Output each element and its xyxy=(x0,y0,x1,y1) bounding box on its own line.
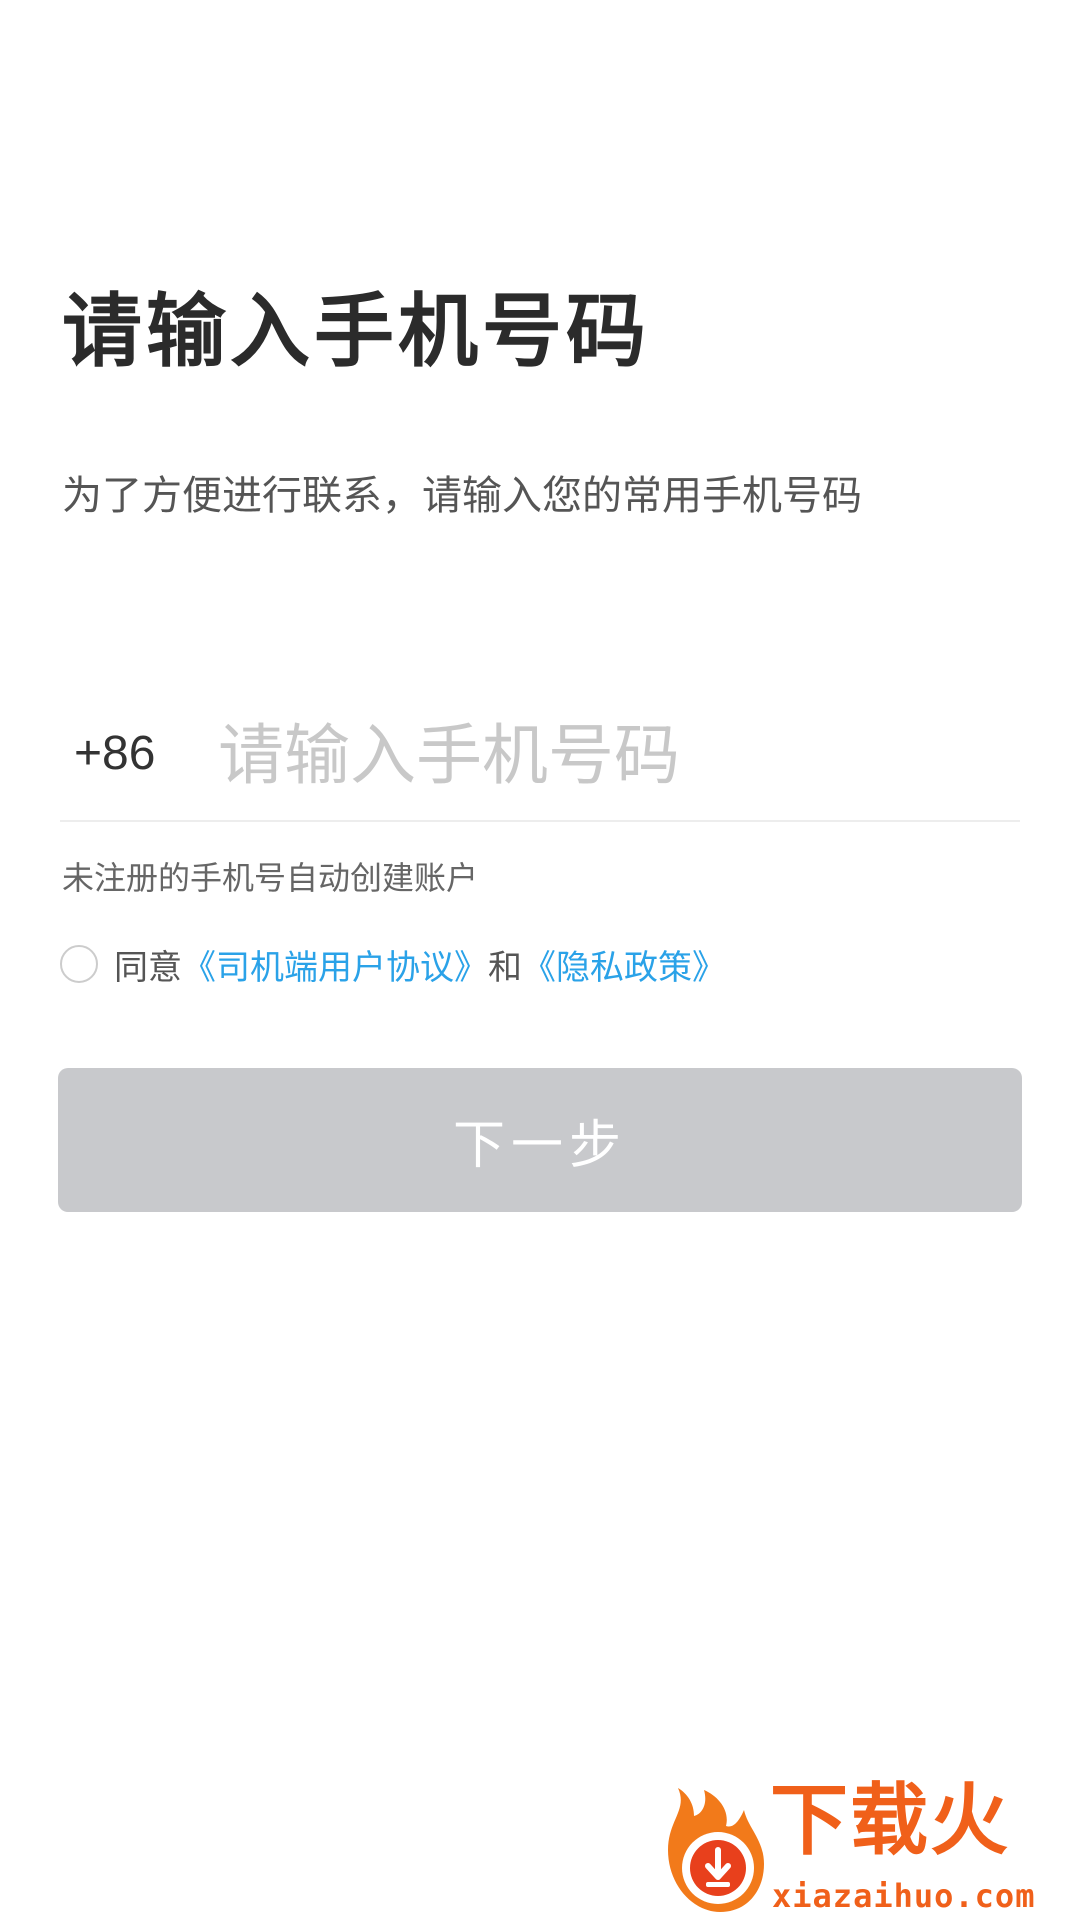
driver-agreement-link[interactable]: 《司机端用户协议》 xyxy=(182,940,488,989)
agreement-checkbox[interactable] xyxy=(60,945,98,983)
agreement-conjunction: 和 xyxy=(488,947,522,988)
next-step-button[interactable]: 下一步 xyxy=(58,1068,1022,1212)
watermark-brand: 下载火 xyxy=(770,1776,1011,1866)
agreement-row: 同意 《司机端用户协议》 和 《隐私政策》 xyxy=(60,940,726,989)
page-title: 请输入手机号码 xyxy=(62,285,650,378)
phone-number-input[interactable] xyxy=(218,710,998,800)
phone-input-row: +86 xyxy=(60,700,1020,822)
auto-register-hint: 未注册的手机号自动创建账户 xyxy=(62,859,479,897)
flame-download-icon xyxy=(668,1788,764,1912)
page-subtitle: 为了方便进行联系，请输入您的常用手机号码 xyxy=(62,473,862,519)
country-code-selector[interactable]: +86 xyxy=(74,730,155,778)
watermark-logo: 下载火 xiazaihuo.com xyxy=(640,1780,1080,1920)
watermark-domain: xiazaihuo.com xyxy=(772,1877,1036,1915)
privacy-policy-link[interactable]: 《隐私政策》 xyxy=(522,940,726,989)
agreement-prefix: 同意 xyxy=(114,947,182,988)
